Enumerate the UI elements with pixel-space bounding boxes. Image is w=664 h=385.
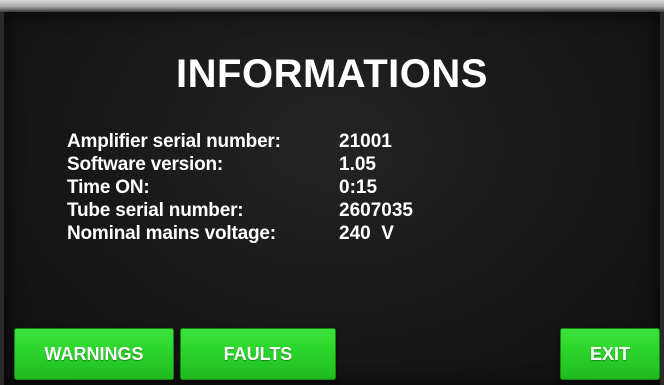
info-label: Amplifier serial number: bbox=[67, 130, 281, 152]
info-row-nominal-mains-voltage: Nominal mains voltage: 240 V bbox=[67, 222, 537, 245]
info-value: 21001 bbox=[339, 130, 392, 152]
warnings-button[interactable]: WARNINGS bbox=[14, 328, 174, 380]
info-value: 1.05 bbox=[339, 153, 376, 175]
info-label: Tube serial number: bbox=[67, 199, 244, 221]
info-row-software-version: Software version: 1.05 bbox=[67, 153, 537, 176]
page-title: INFORMATIONS bbox=[176, 52, 488, 96]
info-row-amplifier-serial: Amplifier serial number: 21001 bbox=[67, 130, 537, 153]
info-label: Time ON: bbox=[67, 176, 150, 198]
info-label: Nominal mains voltage: bbox=[67, 222, 276, 244]
info-list: Amplifier serial number: 21001 Software … bbox=[67, 130, 537, 245]
info-value: 240 V bbox=[339, 222, 394, 244]
info-value: 0:15 bbox=[339, 176, 378, 198]
device-bezel: INFORMATIONS Amplifier serial number: 21… bbox=[0, 0, 664, 385]
info-label: Software version: bbox=[67, 153, 224, 175]
bezel-top-edge bbox=[0, 0, 664, 12]
faults-button[interactable]: FAULTS bbox=[180, 328, 336, 380]
info-row-time-on: Time ON: 0:15 bbox=[67, 176, 537, 199]
display-screen: INFORMATIONS Amplifier serial number: 21… bbox=[4, 12, 660, 385]
exit-button[interactable]: EXIT bbox=[560, 328, 660, 380]
info-row-tube-serial: Tube serial number: 2607035 bbox=[67, 199, 537, 222]
info-value: 2607035 bbox=[339, 199, 413, 221]
